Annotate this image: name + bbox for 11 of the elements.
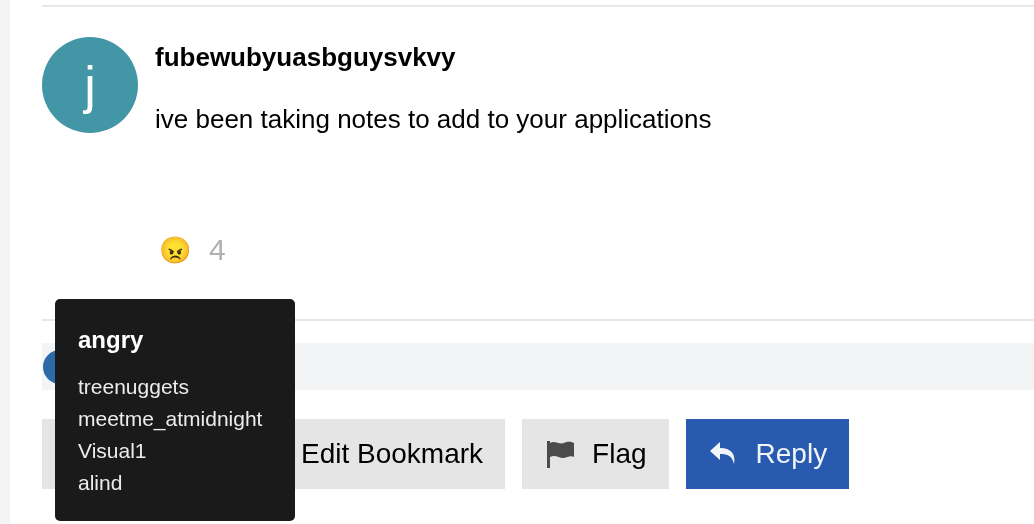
reaction-count: 4 [209, 235, 226, 265]
reply-button[interactable]: Reply [685, 419, 850, 489]
username: fubewubyuasbguysvkvy [155, 41, 457, 73]
reactor-name: Visual1 [78, 438, 148, 464]
tooltip-title: angry [78, 325, 145, 355]
post-text: ive been taking notes to add to your applications [155, 103, 712, 135]
reactor-name: treenuggets [78, 374, 190, 400]
flag-icon [544, 439, 577, 469]
flag-button[interactable]: Flag [522, 419, 669, 489]
avatar: j [42, 37, 138, 133]
reactor-name: alind [78, 470, 124, 496]
